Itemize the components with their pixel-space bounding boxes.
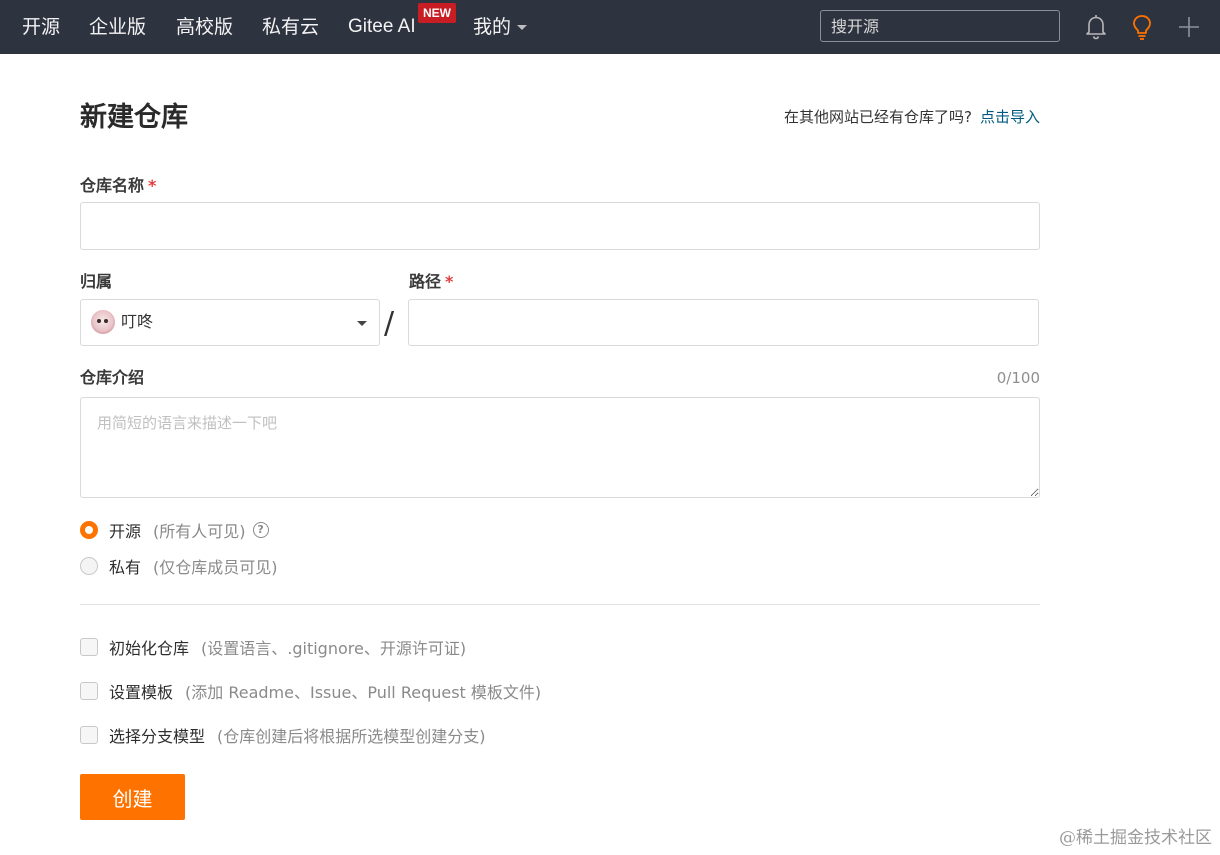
nav-item-open-source[interactable]: 开源 <box>22 14 60 40</box>
path-separator: / <box>384 306 395 341</box>
checkbox-branch-model[interactable] <box>80 726 98 744</box>
required-mark: * <box>148 176 157 195</box>
option-note: (仅仓库成员可见) <box>153 558 278 577</box>
checkbox-template[interactable] <box>80 682 98 700</box>
top-navbar: 开源 企业版 高校版 私有云 Gitee AI NEW 我的 <box>0 0 1220 54</box>
lightbulb-icon[interactable] <box>1129 13 1155 41</box>
import-question: 在其他网站已经有仓库了吗? <box>784 108 972 126</box>
owner-select[interactable]: 叮咚 <box>80 299 380 346</box>
repo-name-label-text: 仓库名称 <box>80 176 145 195</box>
owner-label: 归属 <box>80 272 113 291</box>
repo-name-label: 仓库名称 * <box>80 175 156 197</box>
repo-name-input[interactable] <box>80 202 1040 250</box>
import-hint: 在其他网站已经有仓库了吗? 点击导入 <box>784 106 1040 128</box>
option-label: 设置模板 <box>109 683 174 702</box>
path-input[interactable] <box>408 299 1039 346</box>
option-note: (仓库创建后将根据所选模型创建分支) <box>217 727 486 746</box>
avatar <box>91 310 115 334</box>
option-init-repo[interactable]: 初始化仓库 (设置语言、.gitignore、开源许可证) <box>80 635 466 659</box>
option-note: (所有人可见) <box>153 522 246 541</box>
nav-item-mine[interactable]: 我的 <box>473 14 528 40</box>
option-template[interactable]: 设置模板 (添加 Readme、Issue、Pull Request 模板文件) <box>80 679 541 703</box>
visibility-option-private[interactable]: 私有 (仅仓库成员可见) <box>80 554 278 578</box>
import-link[interactable]: 点击导入 <box>980 108 1040 126</box>
divider <box>80 604 1040 605</box>
option-note: (添加 Readme、Issue、Pull Request 模板文件) <box>185 683 542 702</box>
path-label: 路径 * <box>409 271 453 293</box>
option-branch-model[interactable]: 选择分支模型 (仓库创建后将根据所选模型创建分支) <box>80 723 486 747</box>
radio-public[interactable] <box>80 521 98 539</box>
watermark: @稀土掘金技术社区 <box>1059 828 1212 848</box>
option-label: 选择分支模型 <box>109 727 206 746</box>
nav-item-university[interactable]: 高校版 <box>176 14 233 40</box>
required-mark: * <box>445 272 454 291</box>
option-label: 初始化仓库 <box>109 639 190 658</box>
option-label: 开源 <box>109 522 142 541</box>
nav-mine-label: 我的 <box>473 16 512 38</box>
nav-item-private-cloud[interactable]: 私有云 <box>262 14 319 40</box>
chevron-down-icon <box>357 321 367 326</box>
visibility-option-public[interactable]: 开源 (所有人可见) ? <box>80 518 269 542</box>
description-counter: 0/100 <box>996 369 1040 387</box>
option-label: 私有 <box>109 558 142 577</box>
path-label-text: 路径 <box>409 272 442 291</box>
create-button[interactable]: 创建 <box>80 774 185 820</box>
chevron-down-icon <box>517 25 528 30</box>
nav-item-gitee-ai[interactable]: Gitee AI <box>348 14 416 40</box>
checkbox-init-repo[interactable] <box>80 638 98 656</box>
search-input[interactable] <box>820 10 1060 42</box>
bell-icon[interactable] <box>1083 13 1109 41</box>
help-icon[interactable]: ? <box>252 522 269 538</box>
new-badge: NEW <box>418 3 456 23</box>
description-label: 仓库介绍 <box>80 368 145 387</box>
nav-item-enterprise[interactable]: 企业版 <box>89 14 146 40</box>
description-textarea[interactable] <box>80 397 1040 498</box>
plus-icon[interactable] <box>1176 13 1202 41</box>
radio-private[interactable] <box>80 557 98 575</box>
owner-name: 叮咚 <box>121 312 154 331</box>
page-title: 新建仓库 <box>80 102 188 133</box>
option-note: (设置语言、.gitignore、开源许可证) <box>201 639 467 658</box>
